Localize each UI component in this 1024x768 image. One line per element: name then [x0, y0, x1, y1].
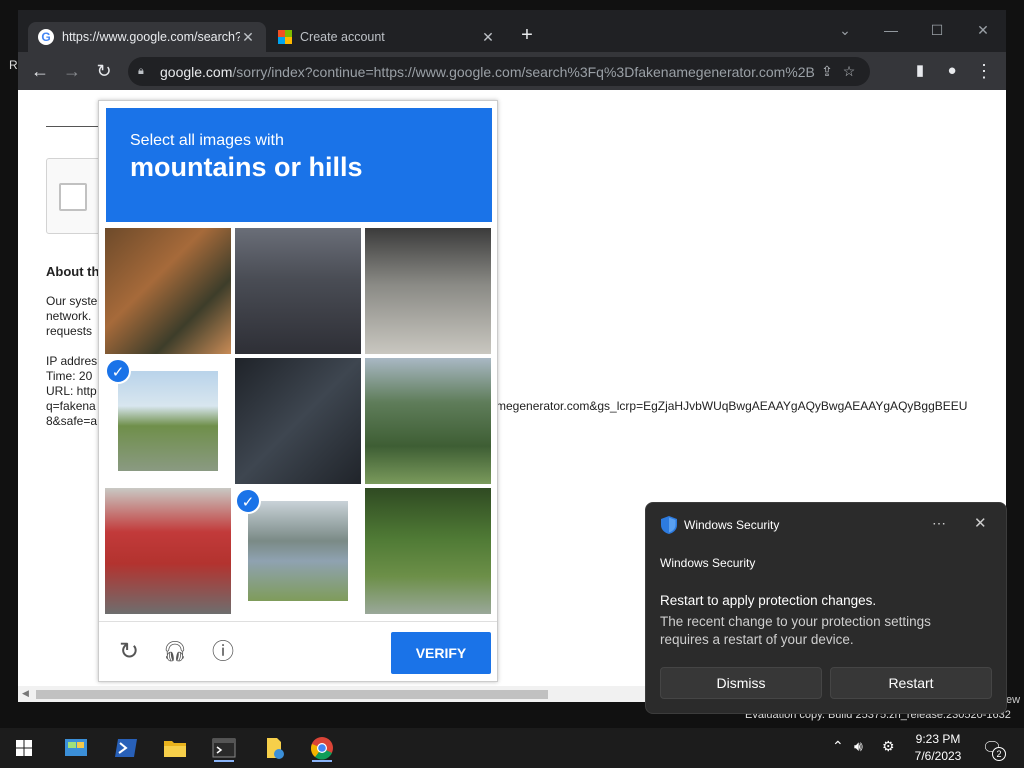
- control-panel-app-icon[interactable]: [62, 734, 90, 762]
- recaptcha-widget: [46, 158, 106, 234]
- url-text[interactable]: google.com/sorry/index?continue=https://…: [160, 64, 816, 80]
- tile-image: [365, 488, 491, 614]
- captcha-tile-bicycle[interactable]: [105, 228, 231, 354]
- tile-image: [118, 371, 218, 471]
- url-line: URL: http: [46, 384, 97, 398]
- reload-icon[interactable]: ↻: [92, 59, 116, 83]
- maximize-icon[interactable]: ☐: [914, 16, 960, 44]
- captcha-tile-bus[interactable]: [105, 488, 231, 614]
- shield-icon: [661, 516, 677, 534]
- address-bar[interactable]: 🔒︎ google.com/sorry/index?continue=https…: [128, 57, 870, 86]
- tile-image: [365, 228, 491, 354]
- lock-icon: 🔒︎: [138, 65, 144, 77]
- browser-toolbar: ← → ↻ 🔒︎ google.com/sorry/index?continue…: [18, 52, 1006, 90]
- captcha-target: mountains or hills: [130, 152, 363, 182]
- reload-challenge-icon[interactable]: ↻: [115, 638, 143, 666]
- tile-image: [365, 358, 491, 484]
- captcha-tile-hills-road[interactable]: ✓: [105, 358, 231, 484]
- clock-time[interactable]: 9:23 PM: [908, 732, 968, 746]
- settings-gear-icon[interactable]: ⚙: [882, 738, 895, 755]
- info-icon[interactable]: ⓘ: [209, 638, 237, 666]
- captcha-tile-motorcycle[interactable]: [235, 358, 361, 484]
- menu-kebab-icon[interactable]: ⋮: [972, 59, 996, 83]
- more-options-icon[interactable]: ⋯: [932, 515, 946, 532]
- divider: [46, 126, 106, 127]
- toast-title: Windows Security: [660, 556, 756, 570]
- desktop-label-fragment-2: ew: [1006, 694, 1021, 706]
- query-line-2: 8&safe=a: [46, 414, 98, 428]
- taskbar: ⌃ 🔊︎ ⚙ 9:23 PM 7/6/2023 🗨︎ 2: [0, 728, 1024, 768]
- restart-button[interactable]: Restart: [830, 667, 992, 699]
- powershell-app-icon[interactable]: [112, 734, 140, 762]
- back-arrow-icon[interactable]: ←: [28, 59, 52, 83]
- tab-google-search[interactable]: G https://www.google.com/search? ✕: [28, 22, 266, 52]
- ip-line: IP addres: [46, 354, 98, 368]
- clock-date[interactable]: 7/6/2023: [908, 749, 968, 763]
- selected-check-icon: ✓: [105, 358, 131, 384]
- windows-start-icon[interactable]: [10, 734, 38, 762]
- google-favicon-icon: G: [38, 29, 54, 45]
- toast-body: The recent change to your protection set…: [660, 614, 931, 647]
- tile-image: [105, 228, 231, 354]
- file-explorer-app-icon[interactable]: [161, 734, 189, 762]
- tab-title: Create account: [300, 30, 385, 44]
- bookmark-star-icon[interactable]: ☆: [838, 63, 860, 80]
- body-line: requests: [46, 324, 93, 338]
- profile-icon[interactable]: ●: [940, 59, 964, 83]
- captcha-footer: ↻ 🎧︎ ⓘ VERIFY: [99, 621, 497, 681]
- tile-image: [235, 228, 361, 354]
- notification-count-badge: 2: [992, 747, 1006, 761]
- tab-search-chevron-icon[interactable]: ⌄: [822, 16, 868, 44]
- audio-challenge-icon[interactable]: 🎧︎: [161, 638, 189, 666]
- captcha-tile-forest-hill[interactable]: [365, 488, 491, 614]
- volume-icon[interactable]: 🔊︎: [854, 738, 863, 755]
- about-heading: About th: [46, 264, 100, 279]
- toast-app-name: Windows Security: [684, 518, 780, 532]
- side-panel-icon[interactable]: ▮: [908, 59, 932, 83]
- recaptcha-checkbox[interactable]: [59, 183, 87, 211]
- dismiss-button[interactable]: Dismiss: [660, 667, 822, 699]
- file-sync-app-icon[interactable]: [260, 734, 288, 762]
- captcha-tile-lake-hills[interactable]: ✓: [235, 488, 361, 614]
- active-indicator: [312, 760, 332, 762]
- share-icon[interactable]: ⇪: [816, 63, 838, 80]
- close-tab-icon[interactable]: ✕: [480, 29, 496, 46]
- new-tab-icon[interactable]: +: [516, 24, 538, 46]
- selected-check-icon: ✓: [235, 488, 261, 514]
- tab-strip: G https://www.google.com/search? ✕ Creat…: [18, 10, 1006, 52]
- captcha-tile-bicycle-pole[interactable]: [365, 228, 491, 354]
- active-indicator: [214, 760, 234, 762]
- time-line: Time: 20: [46, 369, 93, 383]
- query-line: q=fakena: [46, 399, 96, 413]
- show-hidden-icons-chevron-icon[interactable]: ⌃: [832, 738, 844, 755]
- tile-image: [105, 488, 231, 614]
- close-tab-icon[interactable]: ✕: [240, 29, 256, 46]
- forward-arrow-icon[interactable]: →: [60, 59, 84, 83]
- tile-image: [235, 358, 361, 484]
- captcha-tile-street[interactable]: [235, 228, 361, 354]
- toast-heading: Restart to apply protection changes.: [660, 593, 877, 608]
- tile-image: [248, 501, 348, 601]
- body-line: network.: [46, 309, 92, 323]
- body-line: Our syste: [46, 294, 98, 308]
- terminal-app-icon[interactable]: [210, 734, 238, 762]
- tab-title: https://www.google.com/search?: [62, 30, 240, 44]
- tab-create-account[interactable]: Create account ✕: [268, 22, 506, 52]
- captcha-challenge: Select all images with mountains or hill…: [98, 100, 498, 682]
- scrollbar-thumb[interactable]: [36, 690, 548, 699]
- close-icon[interactable]: ✕: [974, 514, 987, 532]
- captcha-instruction: Select all images with: [130, 132, 284, 149]
- captcha-tile-mountain-valley[interactable]: [365, 358, 491, 484]
- windows-security-toast: Windows Security ⋯ ✕ Windows Security Re…: [645, 502, 1007, 714]
- scroll-left-icon[interactable]: ◀: [22, 688, 29, 699]
- captcha-prompt: Select all images with mountains or hill…: [106, 108, 492, 222]
- url-tail-text: megenerator.com&gs_lcrp=EgZjaHJvbWUqBwgA…: [496, 399, 968, 413]
- microsoft-favicon-icon: [278, 30, 292, 44]
- verify-button[interactable]: VERIFY: [391, 632, 491, 674]
- chrome-app-icon[interactable]: [308, 734, 336, 762]
- close-window-icon[interactable]: ✕: [960, 16, 1006, 44]
- desktop-label-fragment: R: [9, 58, 18, 72]
- minimize-icon[interactable]: —: [868, 16, 914, 44]
